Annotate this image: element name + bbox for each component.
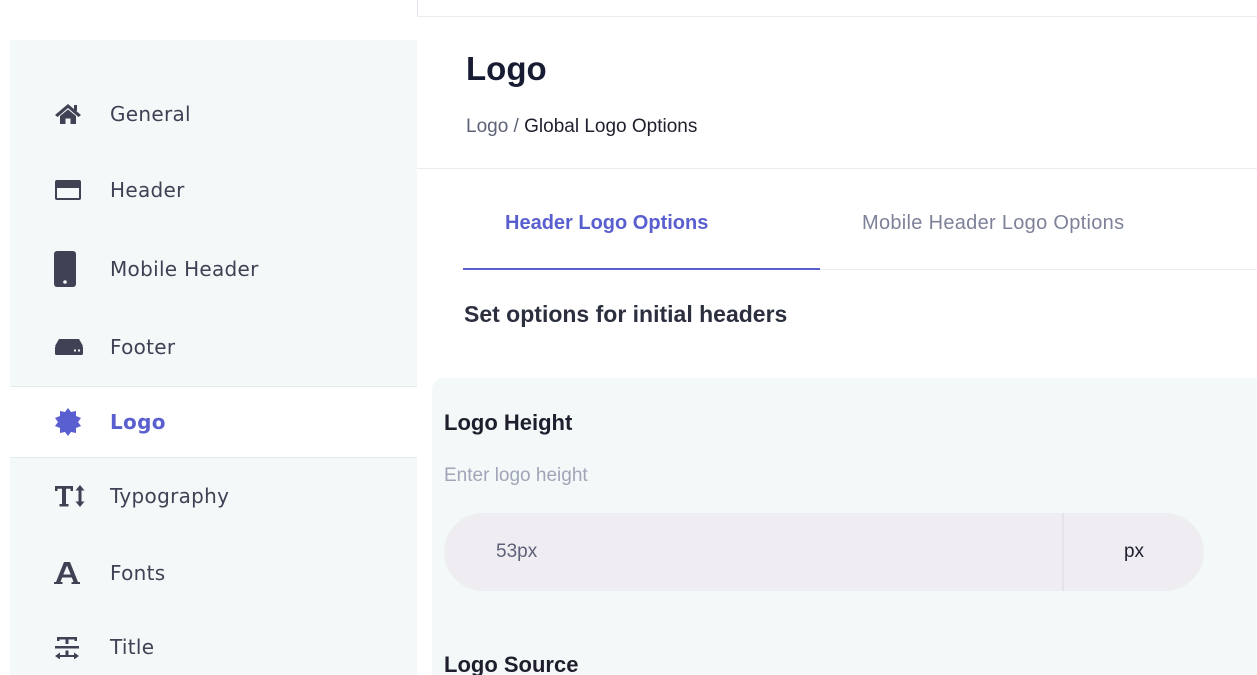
active-tab-indicator: [463, 268, 820, 270]
section-heading: Set options for initial headers: [464, 301, 788, 327]
header-icon: [54, 177, 88, 203]
breadcrumb-separator: /: [508, 116, 525, 137]
text-height-icon: [54, 483, 88, 509]
logo-source-label: Logo Source: [444, 652, 579, 675]
breadcrumb-current: Global Logo Options: [524, 116, 698, 137]
text-strike-icon: [54, 634, 88, 660]
home-icon: [54, 101, 88, 127]
sidebar-item-logo[interactable]: Logo: [10, 386, 417, 458]
sidebar: General Header Mobile Header Footer Logo…: [10, 40, 417, 675]
page-title: Logo: [466, 50, 547, 87]
sidebar-item-label: Mobile Header: [110, 257, 259, 281]
sidebar-item-label: Typography: [110, 484, 230, 508]
logo-height-hint: Enter logo height: [444, 465, 588, 486]
header-separator: [417, 168, 1257, 169]
sidebar-item-label: Logo: [110, 410, 166, 434]
sidebar-item-mobile-header[interactable]: Mobile Header: [10, 233, 417, 305]
sidebar-item-label: Header: [110, 178, 185, 202]
sidebar-item-label: Fonts: [110, 561, 166, 585]
sidebar-item-fonts[interactable]: Fonts: [10, 537, 417, 609]
sidebar-item-footer[interactable]: Footer: [10, 311, 417, 383]
breadcrumb-parent-link[interactable]: Logo: [466, 116, 508, 137]
sidebar-item-label: Title: [110, 635, 155, 659]
sidebar-item-title[interactable]: Title: [10, 611, 417, 675]
breadcrumb: Logo / Global Logo Options: [466, 116, 697, 138]
footer-icon: [54, 334, 88, 360]
font-icon: [54, 560, 88, 586]
sidebar-item-typography[interactable]: Typography: [10, 460, 417, 532]
logo-height-input-group: px: [444, 513, 1204, 591]
tab-header-logo-options[interactable]: Header Logo Options: [505, 212, 708, 235]
sidebar-item-label: Footer: [110, 335, 176, 359]
mobile-icon: [54, 251, 88, 287]
sidebar-item-label: General: [110, 102, 191, 126]
header-divider: [417, 0, 418, 16]
tab-mobile-header-logo-options[interactable]: Mobile Header Logo Options: [862, 212, 1124, 235]
sidebar-item-header[interactable]: Header: [10, 154, 417, 226]
logo-height-label: Logo Height: [444, 410, 573, 435]
badge-icon: [54, 408, 88, 436]
top-divider: [417, 16, 1257, 17]
logo-height-input[interactable]: [444, 513, 1062, 591]
sidebar-item-general[interactable]: General: [10, 78, 417, 150]
unit-addon: px: [1064, 513, 1204, 591]
sidebar-top-spacer: [10, 0, 417, 40]
